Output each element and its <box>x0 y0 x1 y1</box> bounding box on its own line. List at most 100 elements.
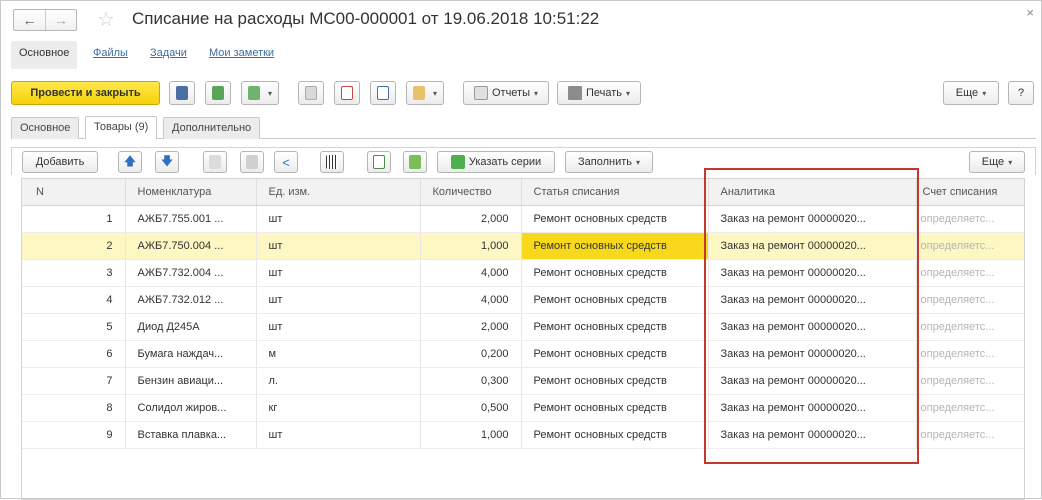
tab-additional[interactable]: Дополнительно <box>163 117 261 139</box>
cell-article[interactable]: Ремонт основных средств <box>521 313 709 341</box>
cell-unit[interactable]: шт <box>256 259 421 287</box>
cell-unit[interactable]: шт <box>256 205 421 233</box>
cell-item[interactable]: АЖБ7.732.004 ... <box>125 259 257 287</box>
column-header-qty[interactable]: Количество <box>420 179 522 206</box>
close-icon[interactable]: × <box>1026 5 1034 20</box>
cell-unit[interactable]: шт <box>256 313 421 341</box>
cell-account[interactable]: определяетс... <box>916 313 1024 341</box>
favorite-star-icon[interactable]: ☆ <box>97 7 115 32</box>
post-and-close-button[interactable]: Провести и закрыть <box>11 81 160 105</box>
tab-goods[interactable]: Товары (9) <box>85 116 158 139</box>
cell-article[interactable]: Ремонт основных средств <box>521 259 709 287</box>
cell-account[interactable]: определяетс... <box>916 259 1024 287</box>
cell-qty[interactable]: 4,000 <box>420 286 522 314</box>
cell-n[interactable]: 8 <box>22 394 126 422</box>
tab-main[interactable]: Основное <box>11 117 80 139</box>
accounting-entries-button[interactable] <box>370 81 396 105</box>
column-header-unit[interactable]: Ед. изм. <box>256 179 421 206</box>
cell-n[interactable]: 9 <box>22 421 126 449</box>
cell-qty[interactable]: 4,000 <box>420 259 522 287</box>
cell-analytics[interactable]: Заказ на ремонт 00000020... <box>708 205 917 233</box>
copy-row-button[interactable] <box>203 151 227 173</box>
cell-article[interactable]: Ремонт основных средств <box>521 340 709 368</box>
section-link-tasks[interactable]: Задачи <box>150 47 187 59</box>
cell-account[interactable]: определяетс... <box>916 340 1024 368</box>
post-button[interactable] <box>205 81 231 105</box>
table-row[interactable]: 3 АЖБ7.732.004 ... шт 4,000 Ремонт основных … <box>22 259 1024 287</box>
cell-item[interactable]: Диод Д245А <box>125 313 257 341</box>
column-header-article[interactable]: Статья списания <box>521 179 709 206</box>
section-link-files[interactable]: Файлы <box>93 47 128 59</box>
cell-qty[interactable]: 2,000 <box>420 313 522 341</box>
table-row[interactable]: 4 АЖБ7.732.012 ... шт 4,000 Ремонт основных … <box>22 286 1024 314</box>
journal-button[interactable] <box>298 81 324 105</box>
cell-item[interactable]: АЖБ7.750.004 ... <box>125 232 257 260</box>
cell-item[interactable]: Бензин авиаци... <box>125 367 257 395</box>
cell-account[interactable]: определяетс... <box>916 286 1024 314</box>
import-button[interactable] <box>403 151 427 173</box>
column-header-n[interactable]: N <box>22 179 126 206</box>
table-row[interactable]: 6 Бумага наждач... м 0,200 Ремонт основных с… <box>22 340 1024 368</box>
move-up-button[interactable]: 🡅 <box>118 151 142 173</box>
print-button[interactable]: Печать ▾ <box>557 81 641 105</box>
barcode-button[interactable] <box>320 151 344 173</box>
column-header-item[interactable]: Номенклатура <box>125 179 257 206</box>
cell-n[interactable]: 5 <box>22 313 126 341</box>
cell-n[interactable]: 7 <box>22 367 126 395</box>
cell-n[interactable]: 1 <box>22 205 126 233</box>
cell-article[interactable]: Ремонт основных средств <box>521 286 709 314</box>
more-actions-button[interactable]: Еще ▾ <box>943 81 999 105</box>
cell-item[interactable]: Солидол жиров... <box>125 394 257 422</box>
create-based-on-button[interactable]: ▾ <box>241 81 279 105</box>
table-row[interactable]: 2 АЖБ7.750.004 ... шт 1,000 Ремонт основных … <box>22 232 1024 260</box>
cell-qty[interactable]: 0,200 <box>420 340 522 368</box>
section-main[interactable]: Основное <box>11 41 78 69</box>
cell-item[interactable]: АЖБ7.755.001 ... <box>125 205 257 233</box>
cell-qty[interactable]: 0,300 <box>420 367 522 395</box>
cell-qty[interactable]: 2,000 <box>420 205 522 233</box>
cell-qty[interactable]: 1,000 <box>420 232 522 260</box>
cell-analytics[interactable]: Заказ на ремонт 00000020... <box>708 232 917 260</box>
cell-article[interactable]: Ремонт основных средств <box>521 421 709 449</box>
cell-account[interactable]: определяетс... <box>916 394 1024 422</box>
cell-article[interactable]: Ремонт основных средств <box>521 205 709 233</box>
cell-item[interactable]: Бумага наждач... <box>125 340 257 368</box>
cell-qty[interactable]: 0,500 <box>420 394 522 422</box>
cell-analytics[interactable]: Заказ на ремонт 00000020... <box>708 286 917 314</box>
cell-item[interactable]: АЖБ7.732.012 ... <box>125 286 257 314</box>
table-row[interactable]: 8 Солидол жиров... кг 0,500 Ремонт основных … <box>22 394 1024 422</box>
table-row[interactable]: 9 Вставка плавка... шт 1,000 Ремонт основных… <box>22 421 1024 449</box>
share-button[interactable]: < <box>274 151 298 173</box>
cell-analytics[interactable]: Заказ на ремонт 00000020... <box>708 259 917 287</box>
table-row[interactable]: 7 Бензин авиаци... л. 0,300 Ремонт основных … <box>22 367 1024 395</box>
cell-analytics[interactable]: Заказ на ремонт 00000020... <box>708 394 917 422</box>
cell-analytics[interactable]: Заказ на ремонт 00000020... <box>708 313 917 341</box>
cell-item[interactable]: Вставка плавка... <box>125 421 257 449</box>
cell-account[interactable]: определяетс... <box>916 205 1024 233</box>
dt-kt-button[interactable] <box>334 81 360 105</box>
forward-button[interactable]: → <box>45 10 76 30</box>
cell-analytics[interactable]: Заказ на ремонт 00000020... <box>708 367 917 395</box>
cell-unit[interactable]: м <box>256 340 421 368</box>
cell-analytics[interactable]: Заказ на ремонт 00000020... <box>708 421 917 449</box>
table-row[interactable]: 1 АЖБ7.755.001 ... шт 2,000 Ремонт основных … <box>22 205 1024 233</box>
cell-unit[interactable]: кг <box>256 394 421 422</box>
cell-account[interactable]: определяетс... <box>916 367 1024 395</box>
save-button[interactable] <box>169 81 195 105</box>
cell-unit[interactable]: шт <box>256 286 421 314</box>
cell-article[interactable]: Ремонт основных средств <box>521 232 709 260</box>
cell-account[interactable]: определяетс... <box>916 421 1024 449</box>
cell-qty[interactable]: 1,000 <box>420 421 522 449</box>
cell-account[interactable]: определяетс... <box>916 232 1024 260</box>
related-documents-button[interactable]: ▾ <box>406 81 444 105</box>
table-row[interactable]: 5 Диод Д245А шт 2,000 Ремонт основных средст… <box>22 313 1024 341</box>
cell-article[interactable]: Ремонт основных средств <box>521 394 709 422</box>
column-header-analytics[interactable]: Аналитика <box>708 179 917 206</box>
cell-unit[interactable]: шт <box>256 232 421 260</box>
cell-analytics[interactable]: Заказ на ремонт 00000020... <box>708 340 917 368</box>
section-link-notes[interactable]: Мои заметки <box>209 47 274 59</box>
cell-n[interactable]: 6 <box>22 340 126 368</box>
cell-n[interactable]: 4 <box>22 286 126 314</box>
paste-row-button[interactable] <box>240 151 264 173</box>
move-down-button[interactable]: 🡇 <box>155 151 179 173</box>
